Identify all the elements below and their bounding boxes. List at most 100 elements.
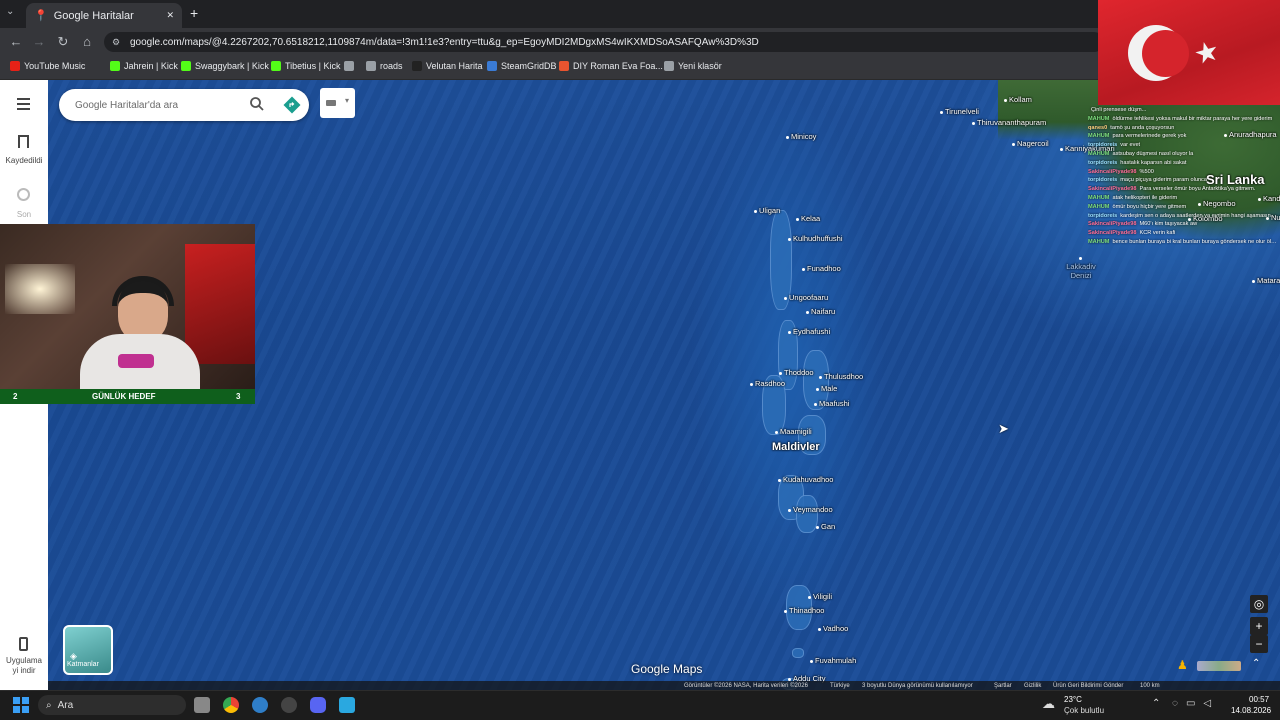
map-place-label[interactable]: Thoddoo: [779, 368, 814, 377]
chat-username: SakincaliPiyade98: [1088, 221, 1137, 228]
map-place-label[interactable]: Maafushi: [814, 399, 849, 408]
map-place-label[interactable]: Gan: [816, 522, 835, 531]
map-place-label[interactable]: Rasdhoo: [750, 379, 785, 388]
app-icon[interactable]: [281, 697, 297, 713]
pegman-icon[interactable]: ♟: [1177, 658, 1188, 672]
tray-chevron-icon[interactable]: ⌃: [1152, 698, 1160, 709]
chat-message: SakincaliPiyade98 Para verseler ömür boyu…: [1088, 185, 1278, 194]
weather-desc: Çok bulutlu: [1064, 706, 1105, 715]
my-location-icon[interactable]: ◎: [1250, 595, 1268, 613]
chat-text: M60'ı kim taşıyacak aw: [1139, 221, 1198, 228]
map-footer-item[interactable]: Ürün Geri Bildirimi Gönder: [1053, 683, 1123, 689]
get-app-label-2[interactable]: yi indir: [0, 666, 48, 675]
directions-icon[interactable]: [283, 96, 301, 114]
chat-message: Çinli prensese düşm...: [1088, 106, 1278, 115]
map-place-label[interactable]: Maamigili: [775, 427, 812, 436]
bookmark-item[interactable]: YouTube Music: [10, 61, 85, 71]
bookmark-item[interactable]: Yeni klasör: [664, 61, 722, 71]
map-footer-item[interactable]: Şartlar: [994, 683, 1012, 689]
bookmark-item[interactable]: SteamGridDB: [487, 61, 557, 71]
map-place-label[interactable]: Funadhoo: [802, 264, 841, 273]
address-field[interactable]: ⚙ google.com/maps/@4.2267202,70.6518212,…: [104, 32, 1104, 52]
search-input[interactable]: Google Haritalar'da ara: [59, 89, 309, 121]
map-place-label[interactable]: Male: [816, 384, 837, 393]
map-place-label[interactable]: Vadhoo: [818, 624, 848, 633]
windows-taskbar: [0, 690, 1280, 720]
bookmark-item[interactable]: Tibetius | Kick: [271, 61, 341, 71]
close-tab-icon[interactable]: ✕: [166, 10, 174, 21]
microphone: [118, 354, 154, 368]
map-place-label[interactable]: Fuvahmulah: [810, 656, 856, 665]
map-footer-item[interactable]: 3 boyutlu Dünya görünümü kullanılamıyor: [862, 683, 973, 689]
map-place-label[interactable]: Thinadhoo: [784, 606, 824, 615]
history-icon[interactable]: [17, 188, 30, 201]
zoom-in-button[interactable]: +: [1250, 617, 1268, 635]
expand-chevron-icon[interactable]: ⌃: [1252, 658, 1260, 669]
map-place-label[interactable]: Veymandoo: [788, 505, 833, 514]
map-place-label[interactable]: Kulhudhuffushi: [788, 234, 843, 243]
map-footer-item[interactable]: Türkiye: [830, 683, 850, 689]
chat-message: MAHUM öldürme tehlikesi yoksa makul bir m…: [1088, 115, 1278, 124]
chrome-icon[interactable]: [223, 697, 239, 713]
map-footer-item[interactable]: Gizlilik: [1024, 683, 1041, 689]
chat-username: SakincaliPiyade98: [1088, 186, 1137, 193]
map-place-label[interactable]: Uligan: [754, 206, 780, 215]
forward-icon[interactable]: →: [31, 34, 47, 49]
map-place-label[interactable]: Kudahuvadhoo: [778, 475, 833, 484]
chat-message: MAHUM ömür boyu hiçbir yere gitmem: [1088, 203, 1278, 212]
map-place-label[interactable]: Ungoofaaru: [784, 293, 828, 302]
chat-text: bence bunları buraya bi kral bunları bur…: [1112, 238, 1278, 245]
get-app-label-1[interactable]: Uygulama: [0, 656, 48, 665]
keyboard-button[interactable]: ▾: [320, 88, 355, 118]
clock-date[interactable]: 14.08.2026: [1231, 706, 1271, 715]
file-explorer-icon[interactable]: [194, 697, 210, 713]
saved-label[interactable]: Kaydedildi: [0, 156, 48, 165]
settings-app-icon[interactable]: [252, 697, 268, 713]
app-icon-blue[interactable]: [339, 697, 355, 713]
new-tab-button[interactable]: +: [190, 5, 198, 21]
tab-list-dropdown-icon[interactable]: ⌄: [6, 6, 14, 17]
layers-button[interactable]: ◈ Katmanlar: [63, 625, 113, 675]
site-info-icon[interactable]: ⚙: [112, 37, 120, 48]
red-artwork: [185, 244, 255, 364]
clock-time[interactable]: 00:57: [1249, 695, 1269, 704]
map-place-label[interactable]: Thiruvananthapuram: [972, 118, 1046, 127]
windows-start-icon[interactable]: [13, 697, 29, 713]
map-place-label[interactable]: Kelaa: [796, 214, 820, 223]
browser-tab-maps[interactable]: 📍 Google Haritalar ✕: [26, 3, 182, 28]
map-place-label[interactable]: Naifaru: [806, 307, 835, 316]
menu-icon[interactable]: [17, 98, 30, 110]
map-place-label[interactable]: Eydhafushi: [788, 327, 830, 336]
recent-label[interactable]: Son: [0, 210, 48, 219]
home-icon[interactable]: ⌂: [79, 34, 95, 49]
chat-username: torpidoreis: [1088, 177, 1118, 184]
bookmark-favicon-icon: [271, 61, 281, 71]
bookmark-item[interactable]: Jahrein | Kick: [110, 61, 178, 71]
map-place-label[interactable]: Tirunelveli: [940, 107, 979, 116]
search-icon[interactable]: [249, 96, 265, 112]
zoom-out-button[interactable]: −: [1250, 635, 1268, 653]
map-place-label[interactable]: Nagercoil: [1012, 139, 1049, 148]
tray-icons[interactable]: ◌▭◁: [1172, 698, 1219, 709]
bookmark-label: YouTube Music: [24, 61, 86, 71]
reload-icon[interactable]: ↻: [55, 34, 71, 50]
map-place-label[interactable]: Kollam: [1004, 95, 1032, 104]
discord-icon[interactable]: [310, 697, 326, 713]
back-icon[interactable]: ←: [8, 34, 24, 49]
bookmark-item[interactable]: Velutan Harita: [412, 61, 483, 71]
bookmark-item[interactable]: Swaggybark | Kick: [181, 61, 269, 71]
bookmark-item[interactable]: DIY Roman Eva Foa...: [559, 61, 663, 71]
bookmark-item[interactable]: [344, 61, 358, 71]
bookmark-item[interactable]: roads: [366, 61, 403, 71]
map-place-label[interactable]: Maldivler: [772, 441, 820, 453]
map-place-label[interactable]: Thulusdhoo: [819, 372, 863, 381]
phone-icon[interactable]: [19, 637, 28, 651]
bookmark-icon[interactable]: [18, 135, 29, 148]
bookmark-label: Yeni klasör: [678, 61, 722, 71]
map-place-label[interactable]: Minicoy: [786, 132, 816, 141]
map-place-label[interactable]: Viligili: [808, 592, 832, 601]
chat-username: MAHUM: [1088, 115, 1110, 122]
map-thumbnails[interactable]: [1197, 661, 1241, 671]
taskbar-search[interactable]: ⌕ Ara: [38, 695, 186, 715]
map-footer-item[interactable]: 100 km: [1140, 683, 1160, 689]
